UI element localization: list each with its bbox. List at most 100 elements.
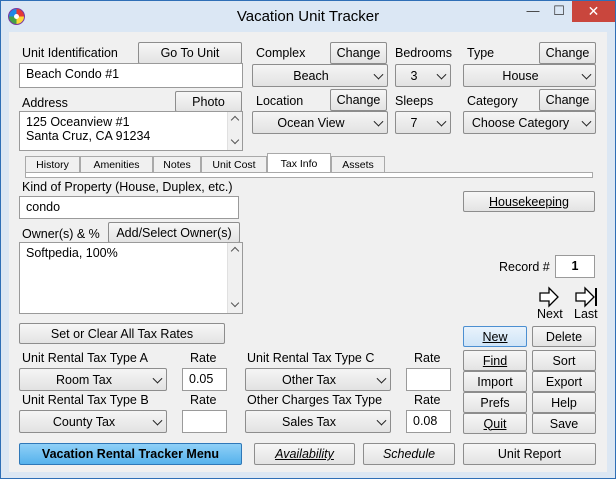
tax-type-a-select[interactable]: Room Tax bbox=[19, 368, 167, 391]
other-charges-tax-select[interactable]: Sales Tax bbox=[245, 410, 391, 433]
scroll-down-icon[interactable] bbox=[230, 298, 240, 308]
chevron-down-icon bbox=[152, 415, 163, 426]
tax-type-c-select[interactable]: Other Tax bbox=[245, 368, 391, 391]
delete-label: Delete bbox=[545, 329, 583, 344]
tab-assets[interactable]: Assets bbox=[331, 156, 385, 173]
location-select[interactable]: Ocean View bbox=[252, 111, 388, 134]
schedule-button[interactable]: Schedule bbox=[363, 443, 455, 465]
prefs-button[interactable]: Prefs bbox=[463, 392, 527, 413]
availability-button[interactable]: Availability bbox=[254, 443, 355, 465]
chevron-down-icon bbox=[376, 373, 387, 384]
arrow-to-end-icon bbox=[575, 286, 597, 308]
location-label: Location bbox=[256, 94, 304, 108]
kind-of-property-label: Kind of Property (House, Duplex, etc.) bbox=[22, 180, 233, 194]
tax-type-c-value: Other Tax bbox=[282, 372, 336, 387]
unit-identification-field[interactable]: Beach Condo #1 bbox=[19, 63, 243, 88]
chevron-down-icon bbox=[581, 116, 592, 127]
set-clear-tax-rates-label: Set or Clear All Tax Rates bbox=[50, 326, 194, 341]
type-change-label: Change bbox=[545, 46, 590, 60]
go-to-unit-button[interactable]: Go To Unit bbox=[138, 42, 242, 64]
main-menu-button[interactable]: Vacation Rental Tracker Menu bbox=[19, 443, 242, 465]
bedrooms-select[interactable]: 3 bbox=[395, 64, 451, 87]
tab-history[interactable]: History bbox=[25, 156, 80, 173]
address-line-1: 125 Oceanview #1 bbox=[26, 115, 130, 129]
address-field[interactable]: 125 Oceanview #1 Santa Cruz, CA 91234 bbox=[19, 111, 243, 151]
tax-rate-c-field[interactable] bbox=[406, 368, 451, 391]
chevron-down-icon bbox=[436, 116, 447, 127]
address-label: Address bbox=[22, 96, 68, 110]
next-record-button[interactable]: Next bbox=[537, 286, 563, 321]
address-line-2: Santa Cruz, CA 91234 bbox=[26, 129, 151, 143]
form-area: Unit Identification Go To Unit Beach Con… bbox=[9, 32, 607, 472]
chevron-down-icon bbox=[373, 69, 384, 80]
chevron-down-icon bbox=[581, 69, 592, 80]
location-change-label: Change bbox=[336, 93, 381, 107]
other-charges-rate-field[interactable]: 0.08 bbox=[406, 410, 451, 433]
category-value: Choose Category bbox=[471, 115, 570, 130]
owners-field[interactable]: Softpedia, 100% bbox=[19, 242, 243, 314]
quit-button[interactable]: Quit bbox=[463, 413, 527, 434]
other-charges-tax-value: Sales Tax bbox=[282, 414, 336, 429]
scroll-down-icon[interactable] bbox=[230, 135, 240, 145]
delete-button[interactable]: Delete bbox=[532, 326, 596, 347]
scroll-up-icon[interactable] bbox=[230, 246, 240, 256]
sort-button[interactable]: Sort bbox=[532, 350, 596, 371]
close-icon[interactable]: ✕ bbox=[572, 1, 615, 22]
housekeeping-button[interactable]: Housekeeping bbox=[463, 191, 595, 212]
maximize-icon[interactable]: ☐ bbox=[546, 1, 572, 22]
last-record-button[interactable]: Last bbox=[573, 286, 603, 321]
location-change-button[interactable]: Change bbox=[330, 89, 387, 111]
tab-amenities[interactable]: Amenities bbox=[80, 156, 153, 173]
unit-report-label: Unit Report bbox=[497, 447, 562, 461]
tax-type-a-label: Unit Rental Tax Type A bbox=[22, 351, 149, 365]
tax-rate-a-field[interactable]: 0.05 bbox=[182, 368, 227, 391]
add-select-owners-label: Add/Select Owner(s) bbox=[116, 225, 232, 240]
tax-type-a-value: Room Tax bbox=[55, 372, 113, 387]
main-menu-label: Vacation Rental Tracker Menu bbox=[41, 447, 220, 461]
tab-tax-info[interactable]: Tax Info bbox=[267, 153, 331, 173]
tab-unit-cost[interactable]: Unit Cost bbox=[201, 156, 267, 173]
tax-type-b-label: Unit Rental Tax Type B bbox=[22, 393, 149, 407]
address-scrollbar[interactable] bbox=[227, 112, 242, 150]
export-button[interactable]: Export bbox=[532, 371, 596, 392]
owners-value: Softpedia, 100% bbox=[26, 246, 118, 260]
type-change-button[interactable]: Change bbox=[539, 42, 596, 64]
find-button[interactable]: Find bbox=[463, 350, 527, 371]
add-select-owners-button[interactable]: Add/Select Owner(s) bbox=[108, 222, 240, 243]
save-label: Save bbox=[549, 416, 579, 431]
owners-scrollbar[interactable] bbox=[227, 243, 242, 313]
import-button[interactable]: Import bbox=[463, 371, 527, 392]
go-to-unit-button-label: Go To Unit bbox=[160, 46, 220, 60]
type-select[interactable]: House bbox=[463, 64, 596, 87]
complex-change-button[interactable]: Change bbox=[330, 42, 387, 64]
location-value: Ocean View bbox=[277, 115, 345, 130]
tab-panel-edge bbox=[25, 172, 593, 178]
complex-select[interactable]: Beach bbox=[252, 64, 388, 87]
minimize-icon[interactable]: — bbox=[520, 1, 546, 22]
category-change-button[interactable]: Change bbox=[539, 89, 596, 111]
tab-notes[interactable]: Notes bbox=[153, 156, 201, 173]
chevron-down-icon bbox=[436, 69, 447, 80]
tax-type-b-select[interactable]: County Tax bbox=[19, 410, 167, 433]
kind-of-property-field[interactable]: condo bbox=[19, 196, 239, 219]
export-label: Export bbox=[545, 374, 583, 389]
bedrooms-value: 3 bbox=[410, 68, 418, 83]
next-label: Next bbox=[537, 307, 563, 321]
schedule-label: Schedule bbox=[382, 447, 436, 461]
complex-change-label: Change bbox=[336, 46, 381, 60]
record-number-field[interactable]: 1 bbox=[555, 255, 595, 278]
tax-rate-b-field[interactable] bbox=[182, 410, 227, 433]
category-select[interactable]: Choose Category bbox=[463, 111, 596, 134]
sleeps-value: 7 bbox=[410, 115, 418, 130]
sleeps-select[interactable]: 7 bbox=[395, 111, 451, 134]
sort-label: Sort bbox=[552, 353, 576, 368]
chevron-down-icon bbox=[152, 373, 163, 384]
scroll-up-icon[interactable] bbox=[230, 115, 240, 125]
photo-button[interactable]: Photo bbox=[175, 91, 242, 112]
save-button[interactable]: Save bbox=[532, 413, 596, 434]
help-button[interactable]: Help bbox=[532, 392, 596, 413]
new-button[interactable]: New bbox=[463, 326, 527, 347]
unit-report-button[interactable]: Unit Report bbox=[463, 443, 596, 465]
rate-a-label: Rate bbox=[190, 351, 217, 365]
set-clear-tax-rates-button[interactable]: Set or Clear All Tax Rates bbox=[19, 323, 225, 344]
